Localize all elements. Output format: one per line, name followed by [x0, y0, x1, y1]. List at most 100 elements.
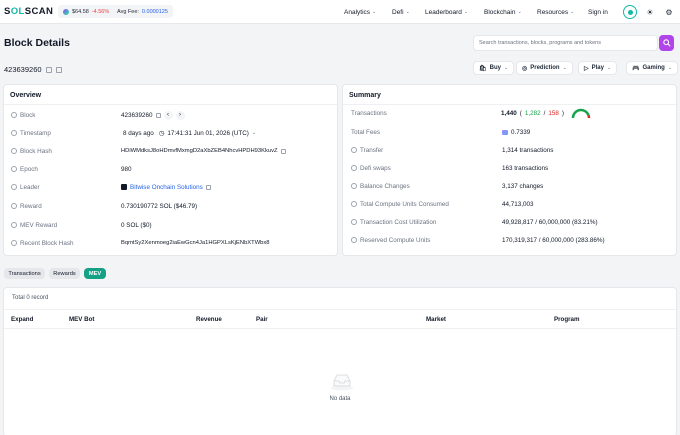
fee-icon [502, 129, 508, 135]
help-icon [11, 112, 17, 118]
search-icon [662, 39, 671, 47]
nav-defi[interactable]: Defi ⌄ [392, 0, 410, 24]
summary-row-compute-units: Total Compute Units Consumed 44,713,003 [343, 198, 676, 210]
gaming-button[interactable]: 🎮 Gaming ⌄ [626, 61, 679, 75]
gear-icon: ⚙ [665, 7, 673, 17]
summary-title: Summary [349, 92, 381, 99]
help-icon [11, 166, 17, 172]
tab-transactions[interactable]: Transactions [4, 268, 45, 279]
chevron-down-icon: ⌄ [570, 9, 575, 15]
column-header-expand: Expand [11, 316, 34, 323]
summary-row-transfer: Transfer 1,314 transactions [343, 144, 676, 156]
theme-toggle-button[interactable]: ☀ [643, 5, 657, 19]
transactions-failed: 158 [548, 109, 559, 117]
summary-row-defi-swaps: Defi swaps 163 transactions [343, 162, 676, 174]
top-bar: SOLSCAN $64.58 -4.56% Avg Fee: 0.0000125… [0, 0, 680, 24]
network-switch-button[interactable] [623, 5, 637, 19]
buy-button[interactable]: 🛍 Buy ⌄ [473, 61, 515, 75]
avg-fee-value: 0.0000125 [141, 8, 168, 15]
success-ratio-gauge [571, 108, 591, 118]
chevron-down-icon: ⌄ [405, 9, 410, 15]
sol-price: $64.58 [72, 8, 89, 15]
qr-code-icon[interactable] [55, 66, 62, 73]
chevron-down-icon: ⌄ [517, 9, 522, 15]
prediction-icon: ◎ [522, 65, 528, 72]
play-button[interactable]: ▷ Play ⌄ [578, 61, 618, 75]
balance-changes-value: 3,137 changes [502, 182, 544, 190]
solana-icon [63, 8, 69, 15]
reward-value: 0.730190772 SOL ($46.79) [121, 202, 198, 210]
column-header-pair: Pair [256, 316, 268, 323]
prediction-button[interactable]: ◎ Prediction ⌄ [516, 61, 573, 75]
copy-icon[interactable] [280, 148, 286, 154]
column-header-market: Market [426, 316, 446, 323]
column-header-program: Program [554, 316, 580, 323]
summary-row-transactions: Transactions 1,440 (1,282/158) [343, 107, 676, 119]
column-header-mev-bot: MEV Bot [69, 316, 95, 323]
defi-swaps-value: 163 transactions [502, 164, 549, 172]
help-icon [351, 201, 357, 207]
timestamp-relative: 8 days ago [123, 129, 154, 137]
tab-rewards[interactable]: Rewards [49, 268, 80, 279]
prev-block-button[interactable]: ‹ [163, 110, 173, 120]
divider [4, 309, 676, 310]
total-records: Total 0 record [12, 295, 49, 301]
timestamp-utc: 17:41:31 Jun 01, 2026 (UTC) [167, 129, 249, 137]
block-id: 423639260 [4, 65, 42, 74]
chevron-down-icon: ⌄ [463, 9, 469, 15]
clock-icon: ◷ [158, 129, 165, 137]
divider [343, 104, 676, 105]
nav-blockchain[interactable]: Blockchain ⌄ [484, 0, 522, 24]
help-icon [11, 240, 17, 246]
nav-resources[interactable]: Resources ⌄ [537, 0, 574, 24]
divider [4, 104, 337, 105]
chevron-down-icon: ⌄ [606, 65, 612, 71]
avg-fee-pill: Avg Fee: 0.0000125 [112, 5, 173, 18]
leader-link[interactable]: Bitwise Onchain Solutions [130, 184, 203, 191]
search-button[interactable] [659, 35, 674, 51]
solscan-logo[interactable]: SOLSCAN [4, 6, 53, 17]
chevron-down-icon[interactable]: ⌄ [252, 130, 256, 136]
mev-reward-value: 0 SOL ($0) [121, 221, 152, 229]
summary-row-cost-utilization: Transaction Cost Utilization 49,928,817 … [343, 216, 676, 228]
recent-block-hash: BqmtSy2Xenmoeg2iaEwGcn4Ja1HGPXLsKjENbXTW… [121, 240, 270, 246]
block-id-heading: 423639260 [4, 65, 62, 74]
block-hash: HDiWMdksJ8oHDmvfMxmgD2aXbZEB4NhcvHPDH93K… [121, 148, 278, 154]
sun-icon: ☀ [646, 7, 654, 17]
help-icon [11, 203, 17, 209]
column-header-revenue: Revenue [196, 316, 222, 323]
mev-table-card: Total 0 record Expand MEV Bot Revenue Pa… [3, 287, 677, 435]
block-number: 423639260 [121, 111, 153, 119]
epoch-link[interactable]: 980 [121, 166, 132, 173]
help-icon [351, 183, 357, 189]
transfer-value: 1,314 transactions [502, 146, 554, 154]
settings-button[interactable]: ⚙ [662, 5, 676, 19]
nav-analytics[interactable]: Analytics ⌄ [344, 0, 376, 24]
copy-icon[interactable] [205, 184, 211, 190]
copy-icon[interactable] [155, 112, 161, 118]
overview-row-block-hash: Block Hash HDiWMdksJ8oHDmvfMxmgD2aXbZEB4… [4, 145, 337, 157]
overview-row-reward: Reward 0.730190772 SOL ($46.79) [4, 200, 337, 212]
next-block-button[interactable]: › [175, 110, 185, 120]
gamepad-icon: 🎮 [632, 65, 640, 72]
signin-link[interactable]: Sign in [588, 0, 608, 24]
copy-icon[interactable] [45, 66, 52, 73]
buy-icon: 🛍 [479, 65, 487, 72]
compute-units-value: 44,713,003 [502, 200, 534, 208]
tab-mev[interactable]: MEV [84, 268, 106, 279]
validator-icon [121, 184, 127, 190]
overview-row-mev-reward: MEV Reward 0 SOL ($0) [4, 219, 337, 231]
total-fees-value: 0.7339 [511, 128, 531, 136]
gauge-success-arc [571, 108, 590, 118]
help-icon [11, 148, 17, 154]
sol-price-change: -4.56% [91, 8, 110, 15]
divider [4, 328, 676, 329]
avg-fee-label: Avg Fee: [117, 8, 139, 15]
summary-row-total-fees: Total Fees 0.7339 [351, 128, 531, 136]
overview-row-epoch: Epoch 980 [4, 163, 337, 175]
summary-row-reserved-units: Reserved Compute Units 170,319,317 / 60,… [343, 234, 676, 246]
sol-price-pill: $64.58 -4.56% [58, 5, 115, 18]
nav-leaderboard[interactable]: Leaderboard ⌄ [425, 0, 468, 24]
summary-card: Summary Transactions 1,440 (1,282/158) T… [342, 84, 677, 256]
search-input[interactable]: Search transactions, blocks, programs an… [473, 35, 658, 51]
